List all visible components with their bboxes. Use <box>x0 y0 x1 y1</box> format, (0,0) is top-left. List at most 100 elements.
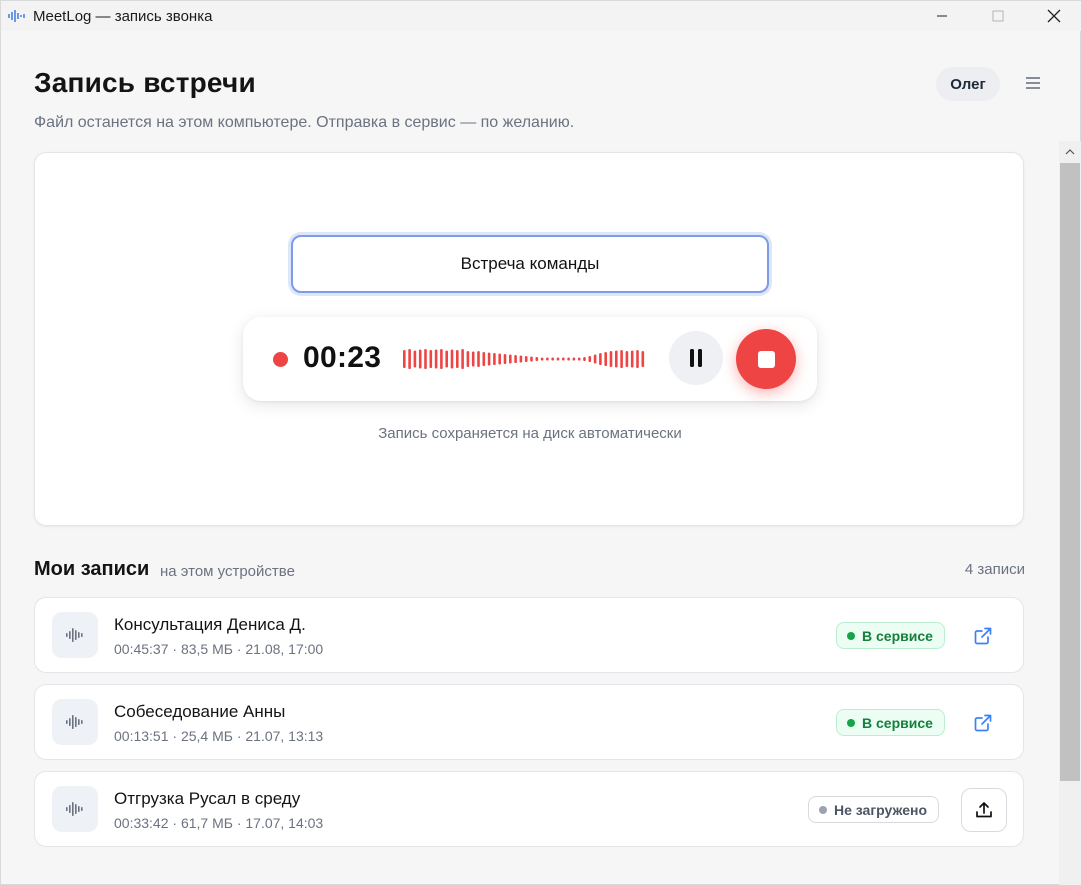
stop-button[interactable] <box>736 329 796 389</box>
main-content: Запись встречи Файл останется на этом ко… <box>1 31 1059 885</box>
status-badge: В сервисе <box>836 622 945 649</box>
pause-icon <box>690 349 702 367</box>
waveform-bar <box>434 349 438 369</box>
waveform-bar <box>482 352 486 366</box>
waveform-bar <box>461 349 464 369</box>
recording-title-input[interactable] <box>291 235 769 293</box>
waveform-bar <box>493 353 496 365</box>
recorder-card: 00:23 Запись сохраняется на диск автомат… <box>34 152 1024 526</box>
waveform-bar <box>503 354 507 364</box>
waveform-bar <box>546 357 549 361</box>
waveform-bar <box>583 357 586 361</box>
waveform-bar <box>641 351 645 367</box>
waveform-bar <box>403 350 406 368</box>
external-link-icon <box>974 714 992 732</box>
open-in-service-button[interactable] <box>971 711 995 735</box>
waveform-bar <box>556 357 560 361</box>
waveform-bar <box>440 349 443 369</box>
recordings-title: Мои записи <box>34 558 150 580</box>
recording-item[interactable]: Консультация Дениса Д. 00:45:37 · 83,5 М… <box>34 597 1024 673</box>
waveform-bar <box>535 357 539 361</box>
waveform-bar <box>514 355 517 363</box>
scroll-up-button[interactable] <box>1059 141 1081 163</box>
waveform-bar <box>567 357 570 361</box>
waveform-bar <box>609 351 613 367</box>
waveform-bar <box>418 349 422 369</box>
app-window: MeetLog — запись звонка Запись встречи Ф… <box>0 0 1081 885</box>
audio-file-icon <box>52 699 98 745</box>
title-bar: MeetLog — запись звонка <box>1 1 1081 31</box>
minimize-button[interactable] <box>914 1 970 31</box>
recordings-count: 4 записи <box>964 561 1025 578</box>
recording-item[interactable]: Собеседование Анны 00:13:51 · 25,4 МБ · … <box>34 684 1024 760</box>
scrollbar-thumb[interactable] <box>1060 163 1080 781</box>
waveform-bar <box>477 351 480 367</box>
waveform-bar <box>620 350 623 368</box>
maximize-icon <box>992 10 1004 22</box>
status-dot <box>819 805 827 814</box>
window-title: MeetLog — запись звонка <box>33 7 213 25</box>
recording-timer: 00:23 <box>303 341 382 374</box>
waveform-bar <box>551 357 554 361</box>
waveform-bar <box>450 349 454 369</box>
maximize-button[interactable] <box>970 1 1026 31</box>
audio-waveform <box>403 349 645 369</box>
close-button[interactable] <box>1026 1 1081 31</box>
recording-meta: 00:33:42 · 61,7 МБ · 17.07, 14:03 <box>114 815 324 831</box>
status-badge: Не загружено <box>808 796 940 823</box>
status-label: В сервисе <box>862 714 933 731</box>
waveform-bar <box>424 349 427 369</box>
waveform-bar <box>519 355 523 363</box>
waveform-bar <box>599 353 602 365</box>
recording-title: Консультация Дениса Д. <box>114 615 306 634</box>
recorder-controls: 00:23 <box>243 317 817 401</box>
waveform-bar <box>540 357 544 361</box>
waveform-bar <box>562 357 565 361</box>
status-label: Не загружено <box>834 801 928 818</box>
upload-icon <box>976 802 992 818</box>
waveform-bar <box>630 350 634 368</box>
close-icon <box>1047 9 1061 23</box>
waveform-bar <box>471 351 475 367</box>
waveform-bar <box>456 350 459 368</box>
menu-button[interactable] <box>1021 71 1045 95</box>
recording-item[interactable]: Отгрузка Русал в среду 00:33:42 · 61,7 М… <box>34 771 1024 847</box>
stop-icon <box>757 350 775 368</box>
waveform-bar <box>530 356 533 362</box>
waveform-bar <box>572 357 576 361</box>
recording-title: Собеседование Анны <box>114 702 286 721</box>
autosave-hint: Запись сохраняется на диск автоматически <box>378 425 682 442</box>
page-title: Запись встречи <box>34 67 256 98</box>
upload-button[interactable] <box>961 788 1007 832</box>
waveform-bar <box>429 350 433 368</box>
open-in-service-button[interactable] <box>971 624 995 648</box>
waveform-bar <box>636 350 639 368</box>
waveform-bar <box>577 357 581 361</box>
waveform-bar <box>509 354 512 364</box>
status-label: В сервисе <box>862 627 933 644</box>
vertical-scrollbar[interactable] <box>1059 141 1081 885</box>
minimize-icon <box>937 15 947 17</box>
status-badge: В сервисе <box>836 709 945 736</box>
waveform-bar <box>524 356 528 362</box>
waveform-bar <box>408 349 411 369</box>
user-menu-button[interactable]: Олег <box>936 67 1000 101</box>
waveform-bar <box>445 350 448 368</box>
waveform-bar <box>588 356 592 362</box>
chevron-up-icon <box>1065 149 1075 155</box>
external-link-icon <box>974 627 992 645</box>
recording-title: Отгрузка Русал в среду <box>114 789 301 808</box>
waveform-bar <box>466 351 470 367</box>
recordings-subtitle: на этом устройстве <box>160 563 295 580</box>
waveform-bar <box>615 350 618 368</box>
recording-indicator-dot <box>273 352 288 367</box>
waveform-bar <box>604 352 607 366</box>
app-logo-icon <box>7 9 29 23</box>
waveform-bar <box>498 353 501 365</box>
audio-file-icon <box>52 786 98 832</box>
waveform-bar <box>593 354 597 364</box>
waveform-bar <box>625 351 629 367</box>
pause-button[interactable] <box>669 331 723 385</box>
status-dot <box>847 718 855 727</box>
hamburger-icon <box>1026 77 1040 89</box>
